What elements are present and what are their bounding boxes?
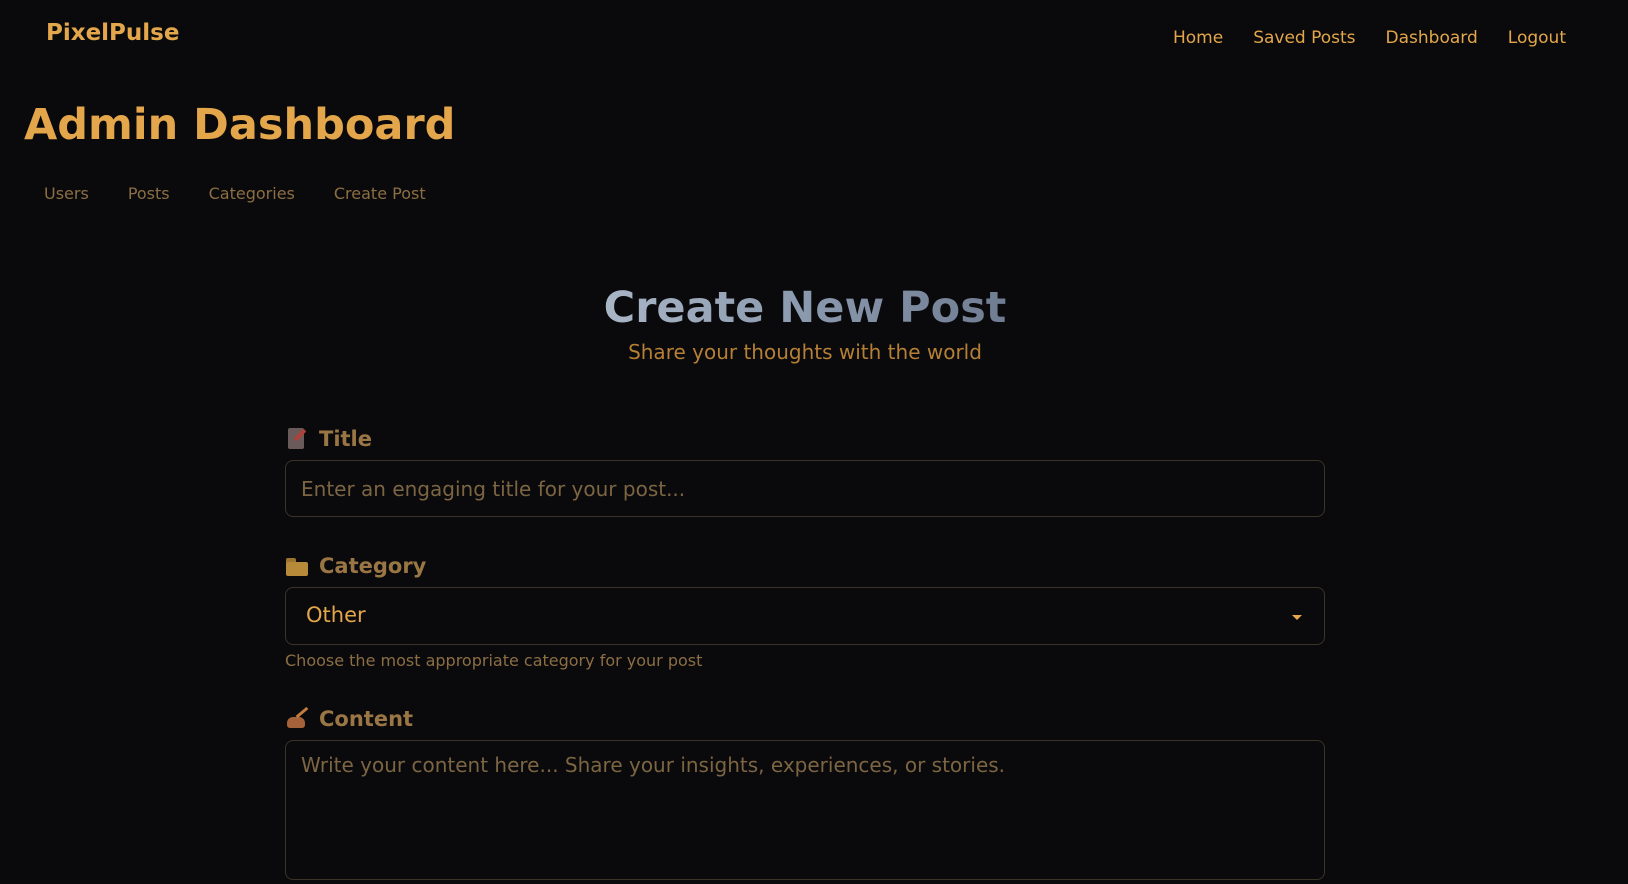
nav-link-logout[interactable]: Logout: [1508, 28, 1566, 48]
form-title: Create New Post: [604, 280, 1007, 336]
content-textarea[interactable]: [285, 740, 1325, 880]
category-select[interactable]: Other: [285, 587, 1325, 645]
category-selected-value: Other: [306, 603, 366, 627]
content-field-group: Content: [285, 704, 1325, 884]
writing-hand-icon: [285, 707, 309, 731]
category-label: Category: [285, 551, 1325, 581]
nav-link-saved-posts[interactable]: Saved Posts: [1253, 28, 1355, 48]
nav-links: Home Saved Posts Dashboard Logout: [1173, 28, 1566, 48]
form-header: Create New Post Share your thoughts with…: [0, 280, 1610, 364]
folder-icon: [285, 554, 309, 578]
tab-create-post[interactable]: Create Post: [334, 184, 426, 203]
title-label: Title: [285, 424, 1325, 454]
tab-posts[interactable]: Posts: [128, 184, 170, 203]
brand-logo[interactable]: PixelPulse: [46, 20, 179, 46]
nav-link-home[interactable]: Home: [1173, 28, 1223, 48]
navbar: PixelPulse Home Saved Posts Dashboard Lo…: [0, 0, 1628, 80]
title-label-text: Title: [319, 427, 373, 451]
category-label-text: Category: [319, 554, 427, 578]
title-input[interactable]: [285, 460, 1325, 517]
content-label: Content: [285, 704, 1325, 734]
chevron-down-icon: [1292, 615, 1302, 620]
tab-categories[interactable]: Categories: [209, 184, 295, 203]
form-subtitle: Share your thoughts with the world: [628, 340, 982, 364]
content-label-text: Content: [319, 707, 414, 731]
admin-sub-nav: Users Posts Categories Create Post: [44, 184, 426, 203]
nav-link-dashboard[interactable]: Dashboard: [1386, 28, 1478, 48]
page-title: Admin Dashboard: [24, 100, 456, 150]
tab-users[interactable]: Users: [44, 184, 89, 203]
category-field-group: Category Other Choose the most appropria…: [285, 551, 1325, 670]
category-help-text: Choose the most appropriate category for…: [285, 651, 703, 670]
title-field-group: Title: [285, 424, 1325, 517]
memo-icon: [285, 427, 309, 451]
